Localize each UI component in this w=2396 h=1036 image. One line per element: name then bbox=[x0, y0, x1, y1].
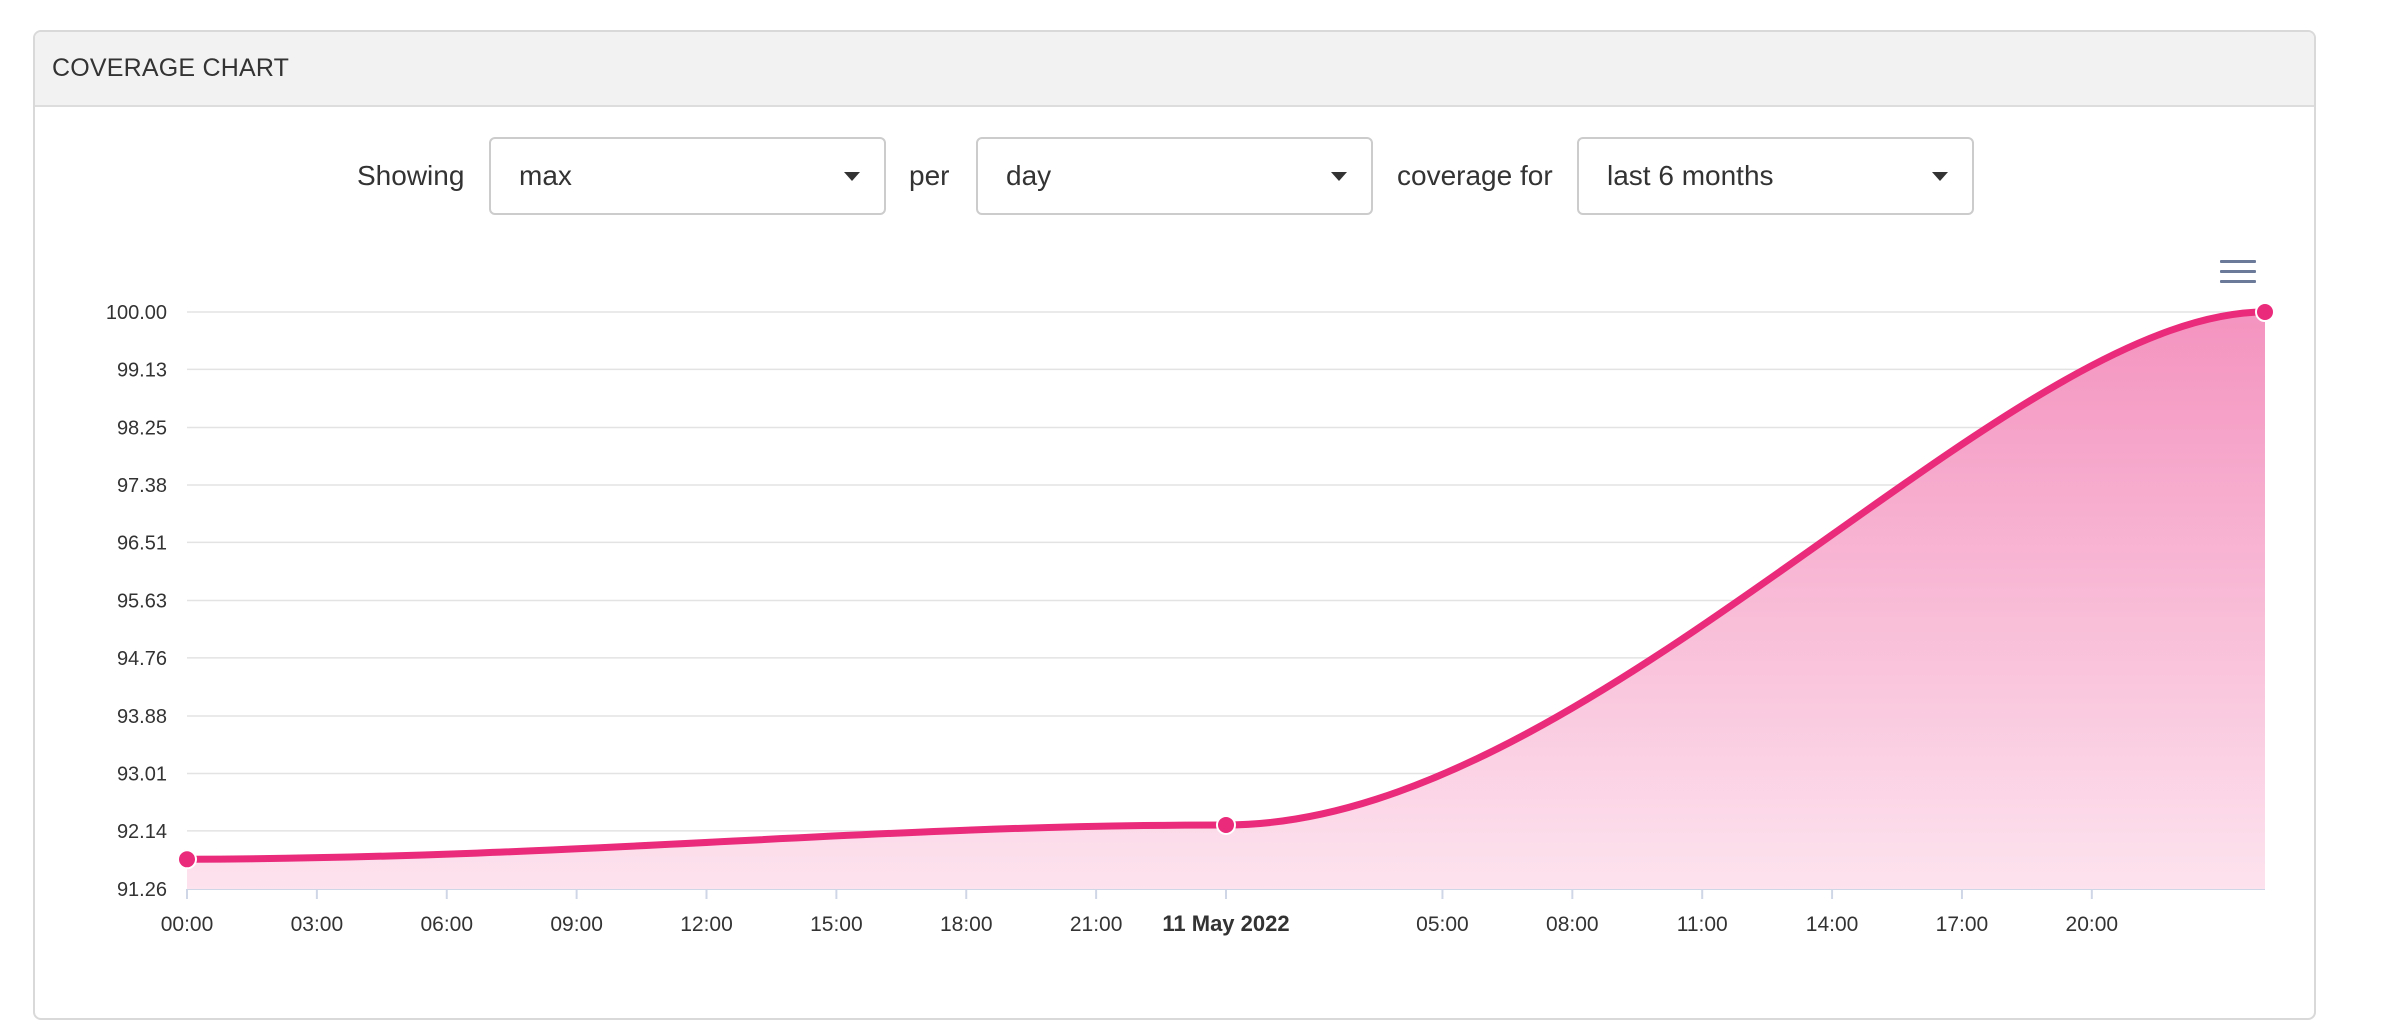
y-tick-label: 92.14 bbox=[117, 821, 167, 843]
y-tick-label: 99.13 bbox=[117, 359, 167, 381]
y-tick-label: 98.25 bbox=[117, 418, 167, 440]
x-tick-label: 12:00 bbox=[680, 913, 733, 936]
coverage-chart-panel: COVERAGE CHART Showing max per day cover… bbox=[33, 30, 2316, 1020]
x-tick-label: 11:00 bbox=[1677, 913, 1728, 936]
x-tick-label: 18:00 bbox=[940, 913, 993, 936]
x-tick-label: 08:00 bbox=[1546, 913, 1599, 936]
y-tick-label: 97.38 bbox=[117, 475, 167, 497]
data-point bbox=[177, 849, 197, 870]
x-tick-label: 00:00 bbox=[161, 913, 214, 936]
x-tick-label: 20:00 bbox=[2066, 913, 2119, 936]
x-tick-label: 09:00 bbox=[550, 913, 603, 936]
x-tick-label: 03:00 bbox=[291, 913, 344, 936]
x-tick-label: 14:00 bbox=[1806, 913, 1859, 936]
x-tick-label: 17:00 bbox=[1936, 913, 1989, 936]
y-tick-label: 94.76 bbox=[117, 648, 167, 670]
x-tick-label: 21:00 bbox=[1070, 913, 1123, 936]
hamburger-menu-icon[interactable] bbox=[2220, 260, 2256, 292]
x-tick-label: 15:00 bbox=[810, 913, 863, 936]
chart-area: 91.26 92.14 93.01 93.88 94.76 95.63 96.51 97.38… bbox=[35, 32, 2314, 1018]
data-point bbox=[2255, 302, 2275, 322]
y-tick-label: 93.88 bbox=[117, 706, 167, 728]
data-point bbox=[1216, 814, 1236, 835]
y-tick-label: 100.00 bbox=[106, 302, 167, 324]
y-tick-label: 93.01 bbox=[117, 763, 167, 785]
x-tick-label: 11 May 2022 bbox=[1162, 911, 1289, 936]
x-tick-label: 05:00 bbox=[1416, 913, 1469, 936]
coverage-area-chart: 91.26 92.14 93.01 93.88 94.76 95.63 96.51 97.38… bbox=[106, 302, 2275, 936]
y-tick-label: 91.26 bbox=[117, 879, 167, 901]
x-tick-label: 06:00 bbox=[420, 913, 473, 936]
y-tick-label: 95.63 bbox=[117, 591, 167, 613]
y-tick-label: 96.51 bbox=[117, 532, 167, 554]
